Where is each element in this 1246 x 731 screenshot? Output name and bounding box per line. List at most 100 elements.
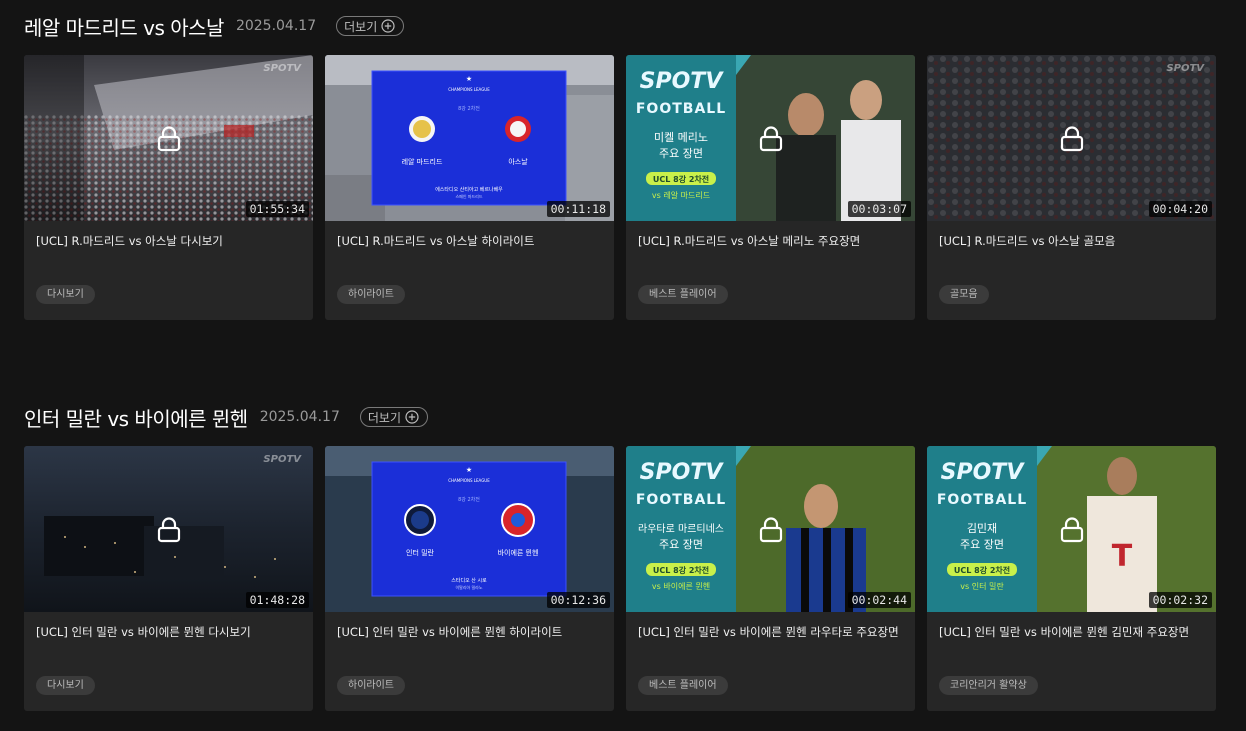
video-title[interactable]: [UCL] 인터 밀란 vs 바이에른 뮌헨 하이라이트 [337, 624, 602, 640]
promo-player: 김민재 [967, 522, 997, 535]
lock-icon [759, 126, 783, 152]
category-tag: 하이라이트 [337, 285, 405, 304]
ucl-matchup-graphic: ★ CHAMPIONS LEAGUE 8강 2차전 인터 밀란 바이에른 뮌헨 … [325, 446, 614, 612]
video-thumbnail[interactable]: SPOTV 01:48:28 [24, 446, 313, 612]
video-title[interactable]: [UCL] R.마드리드 vs 아스날 골모음 [939, 233, 1204, 249]
graphic-home-team: 인터 밀란 [406, 548, 435, 557]
video-duration: 00:12:36 [546, 592, 610, 608]
video-title[interactable]: [UCL] R.마드리드 vs 아스날 메리노 주요장면 [638, 233, 903, 249]
video-card-list: SPOTV 01:48:28 [UCL] 인터 밀란 vs 바이에른 뮌헨 다시… [24, 446, 1216, 711]
graphic-venue-sub: 스페인 마드리드 [455, 193, 482, 199]
video-card[interactable]: SPOTV FOOTBALL 라우타로 마르티네스 주요 장면 UCL 8강 2… [626, 446, 915, 711]
promo-round: UCL 8강 2차전 [653, 565, 709, 575]
section-inter-bayern: 인터 밀란 vs 바이에른 뮌헨 2025.04.17 더보기 SPOTV 01… [24, 402, 1217, 711]
video-title[interactable]: [UCL] 인터 밀란 vs 바이에른 뮌헨 다시보기 [36, 624, 301, 640]
video-card[interactable]: ★ CHAMPIONS LEAGUE 8강 2차전 인터 밀란 바이에른 뮌헨 … [325, 446, 614, 711]
section-header: 인터 밀란 vs 바이에른 뮌헨 2025.04.17 더보기 [24, 402, 1217, 432]
section-date: 2025.04.17 [235, 18, 317, 34]
promo-brand-top: SPOTV [640, 69, 725, 94]
more-label: 더보기 [367, 410, 401, 425]
more-label: 더보기 [344, 19, 378, 34]
video-title[interactable]: [UCL] 인터 밀란 vs 바이에른 뮌헨 김민재 주요장면 [939, 624, 1204, 640]
spotv-watermark: SPOTV [263, 454, 301, 465]
promo-vs: vs 인터 밀란 [960, 581, 1004, 591]
graphic-away-team: 바이에른 뮌헨 [498, 548, 539, 557]
video-thumbnail[interactable]: SPOTV FOOTBALL 라우타로 마르티네스 주요 장면 UCL 8강 2… [626, 446, 915, 612]
promo-caption: 주요 장면 [659, 147, 703, 160]
promo-vs: vs 레알 마드리드 [652, 190, 710, 200]
video-duration: 00:02:44 [847, 592, 911, 608]
video-thumbnail[interactable]: SPOTV 00:04:20 [927, 55, 1216, 221]
promo-round: UCL 8강 2차전 [653, 174, 709, 184]
video-title[interactable]: [UCL] 인터 밀란 vs 바이에른 뮌헨 라우타로 주요장면 [638, 624, 903, 640]
section-title: 인터 밀란 vs 바이에른 뮌헨 [24, 406, 248, 431]
promo-vs: vs 바이에른 뮌헨 [652, 581, 710, 591]
graphic-league: CHAMPIONS LEAGUE [448, 478, 490, 483]
lock-icon [1060, 126, 1084, 152]
video-card[interactable]: SPOTV 01:48:28 [UCL] 인터 밀란 vs 바이에른 뮌헨 다시… [24, 446, 313, 711]
more-button[interactable]: 더보기 [359, 407, 428, 427]
video-duration: 00:02:32 [1148, 592, 1212, 608]
category-tag: 다시보기 [36, 676, 95, 695]
promo-brand-top: SPOTV [941, 460, 1026, 485]
video-thumbnail[interactable]: SPOTV FOOTBALL 미켈 메리노 주요 장면 UCL 8강 2차전 v… [626, 55, 915, 221]
graphic-venue: 에스타디오 산티아고 베르나베우 [435, 186, 503, 193]
lock-icon [157, 517, 181, 543]
video-duration: 01:55:34 [245, 201, 309, 217]
promo-caption: 주요 장면 [960, 538, 1004, 551]
section-real-madrid-arsenal: 레알 마드리드 vs 아스날 2025.04.17 더보기 SPOTV 01:5… [24, 11, 1217, 320]
video-card[interactable]: SPOTV 00:04:20 [UCL] R.마드리드 vs 아스날 골모음 골… [927, 55, 1216, 320]
video-duration: 00:03:07 [847, 201, 911, 217]
lock-icon [157, 126, 181, 152]
graphic-venue: 스타디오 산 시로 [451, 577, 487, 584]
category-tag: 골모음 [939, 285, 989, 304]
more-button[interactable]: 더보기 [336, 16, 405, 36]
plus-circle-icon [381, 19, 395, 33]
promo-brand-bottom: FOOTBALL [937, 492, 1027, 508]
ucl-matchup-graphic: ★ CHAMPIONS LEAGUE 8강 2차전 레알 마드리드 아스날 에스… [325, 55, 614, 221]
video-card[interactable]: SPOTV 01:55:34 [UCL] R.마드리드 vs 아스날 다시보기 … [24, 55, 313, 320]
graphic-venue-sub: 이탈리아 밀라노 [455, 584, 482, 590]
graphic-away-team: 아스날 [508, 157, 528, 166]
graphic-round: 8강 2차전 [458, 496, 480, 503]
graphic-round: 8강 2차전 [458, 105, 480, 112]
section-date: 2025.04.17 [259, 409, 340, 425]
svg-text:★: ★ [466, 75, 472, 83]
video-thumbnail[interactable]: ★ CHAMPIONS LEAGUE 8강 2차전 레알 마드리드 아스날 에스… [325, 55, 614, 221]
category-tag: 하이라이트 [337, 676, 405, 695]
promo-brand-bottom: FOOTBALL [636, 492, 726, 508]
video-thumbnail[interactable]: ★ CHAMPIONS LEAGUE 8강 2차전 인터 밀란 바이에른 뮌헨 … [325, 446, 614, 612]
video-duration: 00:04:20 [1148, 201, 1212, 217]
graphic-home-team: 레알 마드리드 [402, 157, 443, 166]
video-card[interactable]: T SPOTV FOOTBALL 김민재 주요 장면 UCL 8강 2차전 vs… [927, 446, 1216, 711]
graphic-league: CHAMPIONS LEAGUE [448, 87, 490, 92]
promo-brand-top: SPOTV [640, 460, 725, 485]
promo-brand-bottom: FOOTBALL [636, 101, 726, 117]
promo-player: 라우타로 마르티네스 [638, 523, 724, 535]
promo-caption: 주요 장면 [659, 538, 703, 551]
video-card[interactable]: ★ CHAMPIONS LEAGUE 8강 2차전 레알 마드리드 아스날 에스… [325, 55, 614, 320]
plus-circle-icon [405, 410, 419, 424]
video-thumbnail[interactable]: T SPOTV FOOTBALL 김민재 주요 장면 UCL 8강 2차전 vs… [927, 446, 1216, 612]
category-tag: 다시보기 [36, 285, 95, 304]
video-duration: 01:48:28 [245, 592, 309, 608]
svg-text:★: ★ [466, 466, 472, 474]
video-title[interactable]: [UCL] R.마드리드 vs 아스날 다시보기 [36, 233, 301, 249]
category-tag: 베스트 플레이어 [638, 676, 728, 695]
lock-icon [1060, 517, 1084, 543]
promo-round: UCL 8강 2차전 [954, 565, 1010, 575]
spotv-watermark: SPOTV [1166, 63, 1204, 74]
category-tag: 코리안리거 활약상 [939, 676, 1038, 695]
video-duration: 00:11:18 [546, 201, 610, 217]
spotv-watermark: SPOTV [263, 63, 301, 74]
section-header: 레알 마드리드 vs 아스날 2025.04.17 더보기 [24, 11, 1217, 41]
video-card-list: SPOTV 01:55:34 [UCL] R.마드리드 vs 아스날 다시보기 … [24, 55, 1216, 320]
video-thumbnail[interactable]: SPOTV 01:55:34 [24, 55, 313, 221]
video-card[interactable]: SPOTV FOOTBALL 미켈 메리노 주요 장면 UCL 8강 2차전 v… [626, 55, 915, 320]
svg-text:T: T [1112, 539, 1133, 574]
video-title[interactable]: [UCL] R.마드리드 vs 아스날 하이라이트 [337, 233, 602, 249]
category-tag: 베스트 플레이어 [638, 285, 728, 304]
promo-player: 미켈 메리노 [654, 131, 708, 144]
lock-icon [759, 517, 783, 543]
section-title: 레알 마드리드 vs 아스날 [24, 15, 224, 40]
